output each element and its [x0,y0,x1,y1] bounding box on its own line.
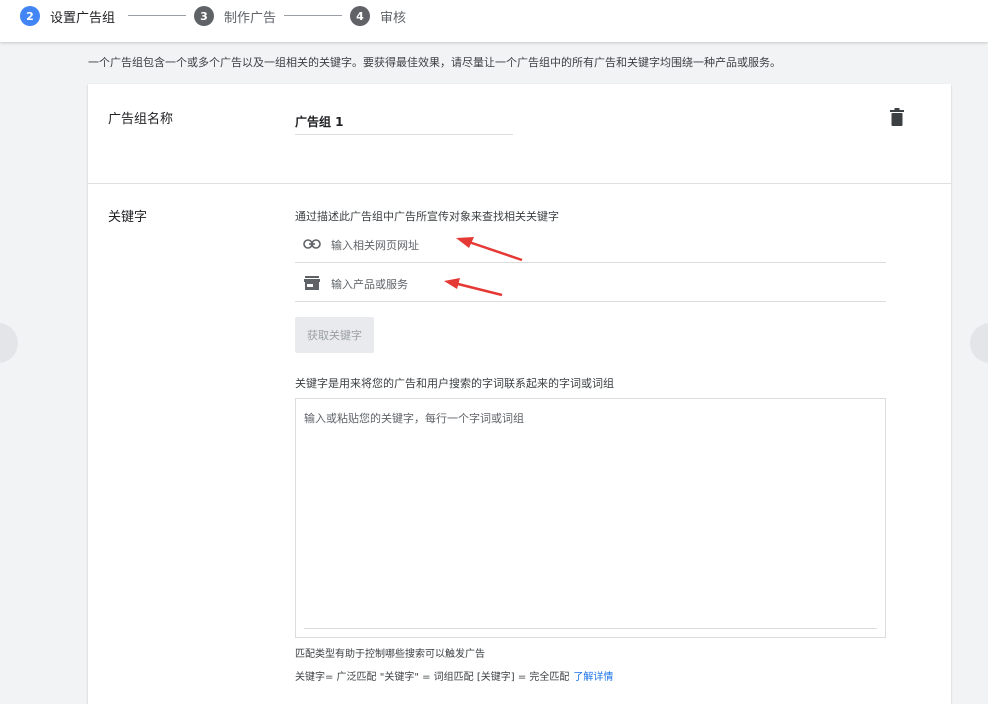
step-number: 4 [350,6,370,26]
stepper: 2 设置广告组 3 制作广告 4 审核 [0,0,988,42]
step-review[interactable]: 4 审核 [350,0,406,32]
trash-icon[interactable] [890,108,904,126]
keywords-textarea[interactable]: 输入或粘贴您的关键字，每行一个字词或词组 [295,398,886,638]
step-label: 审核 [380,10,407,26]
step-create-ad[interactable]: 3 制作广告 [194,0,276,32]
step-connector [128,15,186,16]
step-number: 3 [194,6,214,26]
prev-nav-button[interactable] [0,323,18,363]
ad-group-name-section: 广告组名称 广告组 1 [88,84,951,184]
url-input-placeholder: 输入相关网页网址 [331,239,419,252]
step-number: 2 [20,6,40,26]
link-icon [303,239,321,249]
step-label: 设置广告组 [50,10,116,26]
url-input-field[interactable]: 输入相关网页网址 [295,224,886,263]
next-nav-button[interactable] [970,323,988,363]
annotation-arrow [444,278,503,297]
name-input-underline [295,134,513,135]
keywords-description: 通过描述此广告组中广告所宣传对象来查找相关关键字 [295,210,559,223]
product-input-placeholder: 输入产品或服务 [331,278,408,291]
product-input-field[interactable]: 输入产品或服务 [295,263,886,302]
intro-text: 一个广告组包含一个或多个广告以及一组相关的关键字。要获得最佳效果，请尽量让一个广… [88,56,781,69]
annotation-arrow [456,237,523,262]
get-keywords-button[interactable]: 获取关键字 [295,317,374,353]
ad-group-name-label: 广告组名称 [108,112,174,127]
store-icon [304,276,320,290]
match-type-info: 匹配类型有助于控制哪些搜索可以触发广告 [295,649,485,660]
match-type-legend: 关键字= 广泛匹配 "关键字" = 词组匹配 [关键字] = 完全匹配 了解详情 [295,668,613,683]
learn-more-link[interactable]: 了解详情 [573,672,613,683]
step-setup-ad-group[interactable]: 2 设置广告组 [14,0,204,32]
match-type-list: 关键字= 广泛匹配 "关键字" = 词组匹配 [关键字] = 完全匹配 [295,672,570,683]
step-connector [284,15,342,16]
ad-group-card: 广告组名称 广告组 1 关键字 通过描述此广告组中广告所宣传对象来查找相关关键字… [88,84,951,704]
keywords-label: 关键字 [108,210,148,225]
keywords-textarea-placeholder: 输入或粘贴您的关键字，每行一个字词或词组 [304,412,524,425]
step-label: 制作广告 [224,10,277,26]
ad-group-name-input[interactable]: 广告组 1 [295,113,344,130]
keywords-help-text: 关键字是用来将您的广告和用户搜索的字词联系起来的字词或词组 [295,377,614,390]
